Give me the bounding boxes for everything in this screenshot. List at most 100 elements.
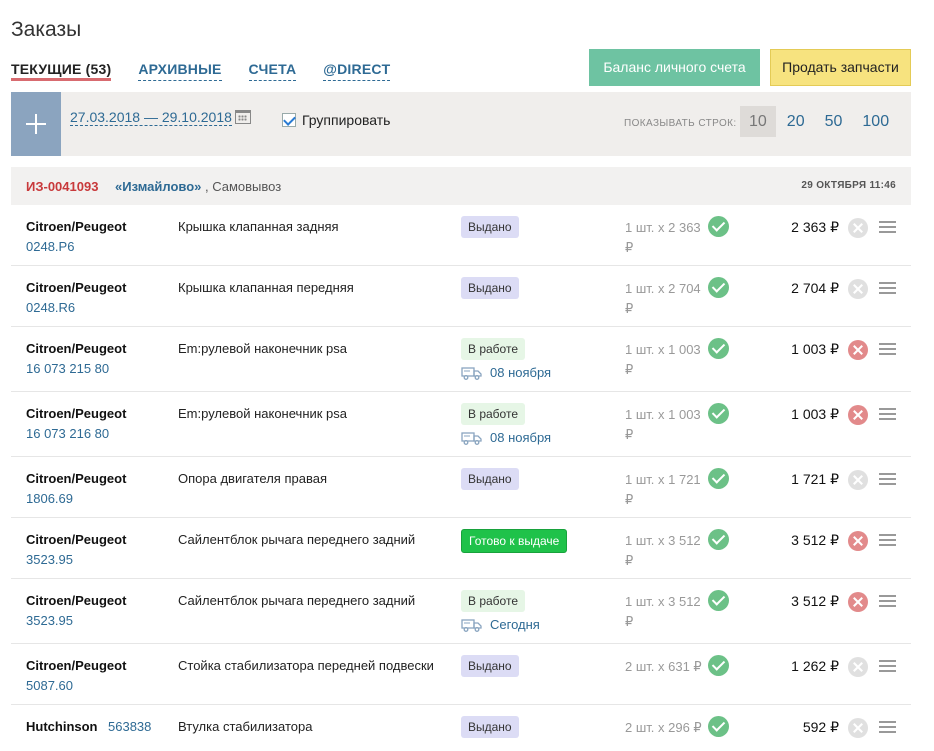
item-brand: Citroen/Peugeot	[26, 658, 127, 673]
order-items: Citroen/Peugeot 0248.P6 Крышка клапанная з…	[11, 205, 911, 751]
item-brand: Citroen/Peugeot	[26, 406, 127, 421]
menu-icon[interactable]	[879, 534, 896, 546]
check-icon	[708, 716, 729, 737]
cancel-icon[interactable]	[848, 470, 868, 490]
item-eta-date: 08 ноября	[490, 365, 552, 380]
table-row: Citroen/Peugeot 16 073 216 80 Em:рулевой н…	[11, 392, 911, 457]
item-description: Опора двигателя правая	[178, 471, 327, 486]
item-description: Сайлентблок рычага переднего задний	[178, 532, 416, 547]
check-icon	[708, 277, 729, 298]
item-sum: 592 ₽	[802, 719, 839, 735]
table-row: Citroen/Peugeot 16 073 215 80 Em:рулевой н…	[11, 327, 911, 392]
rows-option-10[interactable]: 10	[740, 106, 776, 137]
order-id[interactable]: ИЗ-0041093	[26, 179, 98, 194]
rows-per-page-options: 10 20 50 100	[740, 106, 900, 137]
order-store[interactable]: «Измайлово»	[115, 179, 201, 194]
item-quantity-price: 1 шт. x 1 003 ₽	[625, 342, 701, 377]
group-label[interactable]: Группировать	[302, 112, 390, 128]
item-part-number[interactable]: 1806.69	[26, 491, 73, 506]
status-badge: Выдано	[461, 655, 519, 677]
orders-toolbar: 27.03.2018 — 29.10.2018 Группировать ПОК…	[11, 92, 911, 156]
sell-parts-button[interactable]: Продать запчасти	[770, 49, 911, 86]
item-part-number[interactable]: 16 073 216 80	[26, 426, 109, 441]
item-quantity-price: 1 шт. x 1 721 ₽	[625, 472, 701, 507]
item-description: Втулка стабилизатора	[178, 719, 313, 734]
status-badge: Выдано	[461, 468, 519, 490]
item-quantity-price: 1 шт. x 1 003 ₽	[625, 407, 701, 442]
balance-button[interactable]: Баланс личного счета	[589, 49, 760, 86]
menu-icon[interactable]	[879, 473, 896, 485]
item-sum: 2 363 ₽	[791, 219, 839, 235]
status-badge: В работе	[461, 338, 526, 360]
cancel-icon[interactable]	[848, 531, 868, 551]
check-icon	[708, 403, 729, 424]
item-quantity-price: 2 шт. x 631 ₽	[625, 659, 702, 674]
item-eta-date: 08 ноября	[490, 430, 552, 445]
item-sum: 2 704 ₽	[791, 280, 839, 296]
item-description: Em:рулевой наконечник psa	[178, 341, 348, 356]
item-description: Крышка клапанная задняя	[178, 219, 339, 234]
item-eta: 08 ноября	[461, 430, 551, 445]
item-description: Стойка стабилизатора передней подвески	[178, 658, 434, 673]
item-part-number[interactable]: 563838	[108, 719, 151, 734]
item-brand: Citroen/Peugeot	[26, 219, 127, 234]
item-eta-date: Сегодня	[490, 617, 540, 632]
cancel-icon[interactable]	[848, 405, 868, 425]
table-row: Citroen/Peugeot 3523.95 Сайлентблок рычага…	[11, 518, 911, 579]
cancel-icon[interactable]	[848, 718, 868, 738]
item-part-number[interactable]: 0248.P6	[26, 239, 74, 254]
order-header: ИЗ-0041093 «Измайлово» , Самовывоз 29 ОК…	[11, 167, 911, 205]
menu-icon[interactable]	[879, 721, 896, 733]
table-row: Hutchinson 563838 Втулка стабилизатора Выда…	[11, 705, 911, 751]
menu-icon[interactable]	[879, 660, 896, 672]
calendar-icon[interactable]	[235, 110, 251, 124]
page-title: Заказы	[11, 18, 82, 41]
table-row: Citroen/Peugeot 1806.69 Опора двигателя пр…	[11, 457, 911, 518]
order-date: 29 ОКТЯБРЯ 11:46	[801, 180, 896, 191]
truck-icon	[461, 431, 482, 445]
tab-archive[interactable]: АРХИВНЫЕ	[138, 61, 222, 81]
menu-icon[interactable]	[879, 221, 896, 233]
item-description: Крышка клапанная передняя	[178, 280, 354, 295]
item-part-number[interactable]: 16 073 215 80	[26, 361, 109, 376]
add-order-button[interactable]	[11, 92, 61, 156]
item-brand: Hutchinson	[26, 719, 98, 734]
tab-current[interactable]: ТЕКУЩИЕ (53)	[11, 61, 112, 81]
rows-option-50[interactable]: 50	[816, 106, 852, 137]
item-sum: 1 721 ₽	[791, 471, 839, 487]
menu-icon[interactable]	[879, 343, 896, 355]
menu-icon[interactable]	[879, 408, 896, 420]
cancel-icon[interactable]	[848, 592, 868, 612]
status-badge: Готово к выдаче	[461, 529, 568, 553]
table-row: Citroen/Peugeot 0248.R6 Крышка клапанная п…	[11, 266, 911, 327]
item-sum: 1 003 ₽	[791, 406, 839, 422]
check-icon	[708, 529, 729, 550]
menu-icon[interactable]	[879, 595, 896, 607]
item-quantity-price: 2 шт. x 296 ₽	[625, 720, 702, 735]
cancel-icon[interactable]	[848, 340, 868, 360]
cancel-icon[interactable]	[848, 279, 868, 299]
rows-option-100[interactable]: 100	[853, 106, 898, 137]
check-icon	[708, 655, 729, 676]
status-badge: Выдано	[461, 216, 519, 238]
group-checkbox[interactable]	[282, 113, 296, 127]
menu-icon[interactable]	[879, 282, 896, 294]
item-description: Em:рулевой наконечник psa	[178, 406, 348, 421]
item-part-number[interactable]: 0248.R6	[26, 300, 75, 315]
item-part-number[interactable]: 5087.60	[26, 678, 73, 693]
item-sum: 3 512 ₽	[791, 593, 839, 609]
rows-option-20[interactable]: 20	[778, 106, 814, 137]
item-part-number[interactable]: 3523.95	[26, 613, 73, 628]
item-sum: 1 003 ₽	[791, 341, 839, 357]
tab-invoices[interactable]: СЧЕТА	[248, 61, 297, 81]
cancel-icon[interactable]	[848, 657, 868, 677]
item-part-number[interactable]: 3523.95	[26, 552, 73, 567]
check-icon	[708, 590, 729, 611]
tab-direct[interactable]: @DIRECT	[323, 61, 391, 81]
truck-icon	[461, 366, 482, 380]
date-range-picker[interactable]: 27.03.2018 — 29.10.2018	[70, 109, 232, 126]
table-row: Citroen/Peugeot 5087.60 Стойка стабилизато…	[11, 644, 911, 705]
item-sum: 3 512 ₽	[791, 532, 839, 548]
item-brand: Citroen/Peugeot	[26, 471, 127, 486]
cancel-icon[interactable]	[848, 218, 868, 238]
